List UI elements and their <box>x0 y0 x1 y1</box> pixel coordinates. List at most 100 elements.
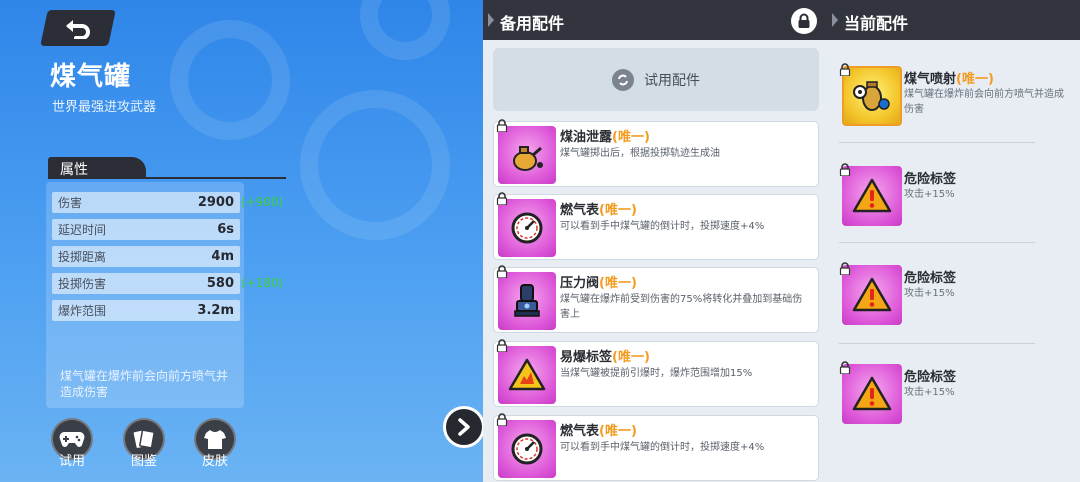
padlock-icon <box>839 63 851 76</box>
expand-arrow-button[interactable] <box>443 406 485 448</box>
equipped-part[interactable]: 危险标签 攻击+15% <box>839 361 1069 441</box>
part-name: 煤气喷射(唯一) <box>904 68 994 87</box>
background-decoration <box>170 20 290 140</box>
part-name: 煤油泄露(唯一) <box>560 126 650 145</box>
lock-button[interactable] <box>791 8 817 34</box>
back-button[interactable] <box>40 10 116 46</box>
stat-row-delay: 延迟时间 6s <box>52 219 240 240</box>
padlock-icon <box>839 361 851 374</box>
back-arrow-icon <box>66 20 90 39</box>
stat-label: 延迟时间 <box>58 223 107 237</box>
unique-tag: (唯一) <box>599 203 637 218</box>
part-description: 攻击+15% <box>904 387 955 398</box>
stat-bonus: (+180) <box>241 276 284 290</box>
lock-icon <box>798 13 810 28</box>
unique-tag: (唯一) <box>599 276 637 291</box>
spare-part-card[interactable]: 易爆标签(唯一) 当煤气罐被提前引爆时，爆炸范围增加15% <box>493 339 819 407</box>
part-description: 煤气罐在爆炸前会向前方喷气并造成伤害 <box>904 89 1064 115</box>
try-parts-button[interactable]: 试用配件 <box>493 48 819 111</box>
stat-value: 3.2m <box>197 303 234 318</box>
part-name: 燃气表(唯一) <box>560 199 637 218</box>
stats-tab: 属性 <box>48 157 146 179</box>
skin-label: 皮肤 <box>201 454 228 469</box>
stat-value: 6s <box>217 222 234 237</box>
part-title: 煤油泄露 <box>560 130 613 145</box>
gallery-label: 图鉴 <box>130 454 157 469</box>
part-name: 危险标签 <box>904 366 956 385</box>
part-title: 燃气表 <box>560 203 600 218</box>
unique-tag: (唯一) <box>956 72 994 87</box>
equipped-part[interactable]: 危险标签 攻击+15% <box>839 163 1069 243</box>
unique-tag: (唯一) <box>612 130 650 145</box>
part-title: 煤气喷射 <box>904 72 957 87</box>
try-button[interactable]: 试用 <box>49 418 95 469</box>
part-description: 当煤气罐被提前引爆时，爆炸范围增加15% <box>560 368 753 379</box>
gallery-button[interactable]: 图鉴 <box>121 418 167 469</box>
padlock-icon <box>496 339 508 352</box>
padlock-icon <box>496 413 508 426</box>
item-detail-panel: 煤气罐 世界最强进攻武器 属性 伤害 2900 (+900) 延迟时间 6s 投… <box>0 0 483 482</box>
equipped-part[interactable]: 危险标签 攻击+15% <box>839 262 1069 342</box>
unique-tag: (唯一) <box>599 424 637 439</box>
stat-label: 爆炸范围 <box>58 304 107 318</box>
part-name: 危险标签 <box>904 168 956 187</box>
divider <box>146 177 286 179</box>
divider <box>839 242 1035 243</box>
padlock-icon <box>496 265 508 278</box>
panel-header: 当前配件 <box>827 0 1080 40</box>
part-description: 攻击+15% <box>904 189 955 200</box>
part-description: 可以看到手中煤气罐的倒计时，投掷速度+4% <box>560 221 765 232</box>
cards-icon <box>133 429 155 449</box>
skin-button[interactable]: 皮肤 <box>192 418 238 469</box>
part-title: 燃气表 <box>560 424 600 439</box>
gamepad-icon <box>59 432 85 447</box>
current-parts-panel: 当前配件 煤气喷射(唯一) 煤气罐在爆炸前会向前方喷气并造成伤害 危险标签 攻击… <box>827 0 1080 482</box>
part-name: 危险标签 <box>904 267 956 286</box>
part-description: 可以看到手中煤气罐的倒计时，投掷速度+4% <box>560 442 765 453</box>
gauge-icon <box>498 199 556 257</box>
item-title: 煤气罐 <box>50 62 132 92</box>
padlock-icon <box>496 119 508 132</box>
padlock-icon <box>496 192 508 205</box>
divider <box>839 343 1035 344</box>
warning-icon <box>842 166 902 226</box>
warning-icon <box>842 265 902 325</box>
stat-bonus: (+900) <box>241 195 284 209</box>
warning-icon <box>842 364 902 424</box>
spare-part-card[interactable]: 压力阀(唯一) 煤气罐在爆炸前受到伤害的75%将转化并叠加到基础伤害上 <box>493 265 819 333</box>
try-parts-label: 试用配件 <box>644 72 700 89</box>
part-name: 压力阀(唯一) <box>560 272 637 291</box>
unique-tag: (唯一) <box>612 350 650 365</box>
padlock-icon <box>839 163 851 176</box>
equipped-part[interactable]: 煤气喷射(唯一) 煤气罐在爆炸前会向前方喷气并造成伤害 <box>839 63 1069 143</box>
refresh-icon <box>612 68 634 91</box>
part-title: 易爆标签 <box>560 350 613 365</box>
gauge-icon <box>498 420 556 478</box>
chevron-right-icon <box>458 418 470 436</box>
stat-row-throw-distance: 投掷距离 4m <box>52 246 240 267</box>
stat-label: 投掷伤害 <box>58 277 107 291</box>
spare-part-card[interactable]: 煤油泄露(唯一) 煤气罐掷出后，根据投掷轨迹生成油 <box>493 119 819 187</box>
stat-row-damage: 伤害 2900 <box>52 192 240 213</box>
header-marker <box>832 13 838 27</box>
stat-value: 2900 <box>197 195 234 210</box>
stat-value: 4m <box>211 249 234 264</box>
stat-label: 伤害 <box>58 196 83 210</box>
background-decoration <box>360 0 450 60</box>
item-description: 煤气罐在爆炸前会向前方喷气并造成伤害 <box>60 369 229 399</box>
header-marker <box>488 13 494 27</box>
part-description: 煤气罐掷出后，根据投掷轨迹生成油 <box>560 148 720 159</box>
part-title: 危险标签 <box>904 172 957 187</box>
part-description: 煤气罐在爆炸前受到伤害的75%将转化并叠加到基础伤害上 <box>560 294 803 320</box>
spare-part-card[interactable]: 燃气表(唯一) 可以看到手中煤气罐的倒计时，投掷速度+4% <box>493 413 819 481</box>
background-decoration <box>300 90 450 240</box>
part-title: 危险标签 <box>904 271 957 286</box>
stat-row-throw-damage: 投掷伤害 580 <box>52 273 240 294</box>
padlock-icon <box>839 262 851 275</box>
divider <box>839 142 1035 143</box>
spare-part-card[interactable]: 燃气表(唯一) 可以看到手中煤气罐的倒计时，投掷速度+4% <box>493 192 819 260</box>
part-title: 危险标签 <box>904 370 957 385</box>
try-label: 试用 <box>58 454 85 469</box>
stat-value: 580 <box>206 276 234 291</box>
explosive-label-icon <box>498 346 556 404</box>
